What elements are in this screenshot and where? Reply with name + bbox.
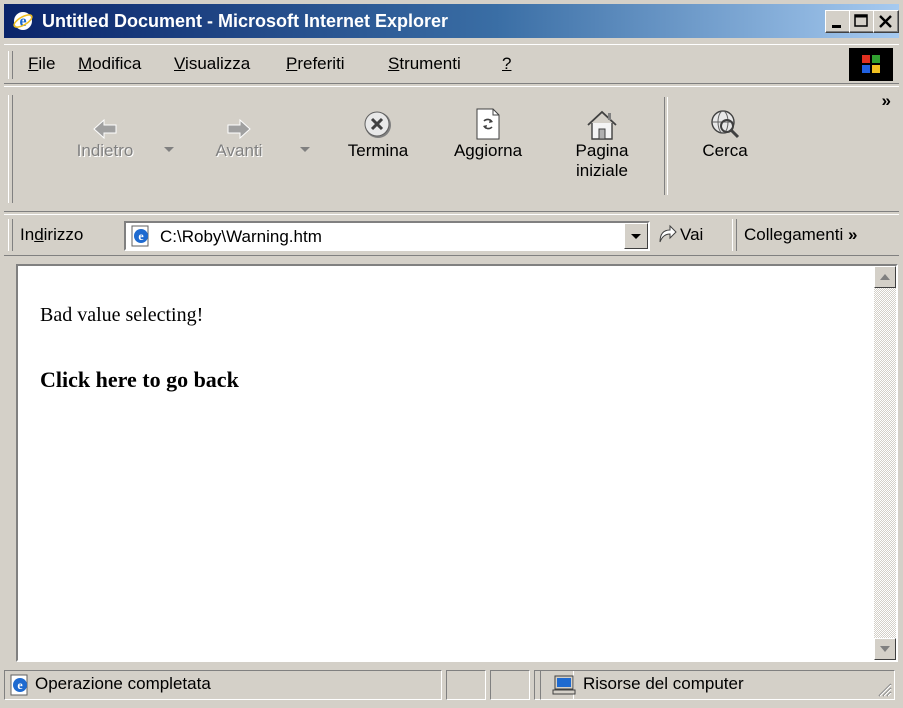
links-grip[interactable] bbox=[732, 219, 737, 251]
links-toolbar[interactable]: Collegamenti » bbox=[744, 225, 857, 245]
arrow-up-icon bbox=[880, 274, 890, 280]
resize-grip-icon[interactable] bbox=[874, 679, 892, 697]
go-arrow-icon bbox=[659, 224, 677, 243]
page-content: Bad value selecting! Click here to go ba… bbox=[16, 264, 898, 662]
toolbar-more-chevron[interactable]: » bbox=[882, 91, 891, 111]
close-button[interactable] bbox=[873, 10, 899, 33]
menu-grip[interactable] bbox=[8, 51, 13, 79]
ie-page-icon: e bbox=[10, 674, 28, 696]
address-dropdown-button[interactable] bbox=[624, 223, 648, 249]
home-button[interactable]: Pagina iniziale bbox=[556, 95, 648, 181]
address-grip[interactable] bbox=[8, 219, 13, 251]
scroll-up-button[interactable] bbox=[874, 266, 896, 288]
back-button[interactable]: Indietro bbox=[60, 95, 150, 161]
refresh-page-icon bbox=[476, 108, 500, 140]
menu-help[interactable]: ? bbox=[502, 54, 511, 74]
search-globe-icon bbox=[711, 110, 740, 139]
arrow-down-icon bbox=[880, 646, 890, 652]
menu-bar: File Modifica Visualizza Preferiti Strum… bbox=[4, 44, 899, 84]
search-button[interactable]: Cerca bbox=[682, 95, 768, 161]
minimize-button[interactable] bbox=[825, 10, 851, 33]
warning-message: Bad value selecting! bbox=[40, 304, 204, 326]
ie-page-icon: e bbox=[131, 225, 149, 247]
status-text: Operazione completata bbox=[35, 674, 211, 693]
windows-flag-icon bbox=[862, 55, 880, 73]
my-computer-icon bbox=[552, 675, 576, 695]
vertical-scrollbar[interactable] bbox=[874, 266, 896, 660]
address-label: Indirizzo bbox=[20, 225, 84, 244]
home-icon bbox=[587, 110, 617, 140]
browser-window: e Untitled Document - Microsoft Internet… bbox=[0, 0, 903, 708]
address-input[interactable]: e C:\Roby\Warning.htm bbox=[124, 221, 650, 251]
menu-visualizza[interactable]: Visualizza bbox=[174, 54, 250, 74]
status-panel-zone: Risorse del computer bbox=[540, 670, 895, 700]
stop-button[interactable]: Termina bbox=[330, 95, 426, 161]
svg-text:e: e bbox=[17, 678, 23, 692]
maximize-button[interactable] bbox=[849, 10, 875, 33]
menu-strumenti[interactable]: Strumenti bbox=[388, 54, 461, 74]
status-bar: e Operazione completata Risorse del comp… bbox=[4, 666, 899, 704]
refresh-button[interactable]: Aggiorna bbox=[438, 95, 538, 161]
toolbar-separator bbox=[664, 97, 668, 195]
go-label: Vai bbox=[680, 225, 704, 244]
forward-history-dropdown[interactable] bbox=[300, 147, 310, 152]
status-panel-main: e Operazione completata bbox=[4, 670, 442, 700]
menu-file[interactable]: File bbox=[28, 54, 55, 74]
chevron-down-icon bbox=[631, 234, 641, 239]
back-history-dropdown[interactable] bbox=[164, 147, 174, 152]
document-body: Bad value selecting! Click here to go ba… bbox=[40, 304, 239, 393]
scroll-down-button[interactable] bbox=[874, 638, 896, 660]
forward-arrow-icon bbox=[227, 118, 251, 140]
forward-button[interactable]: Avanti bbox=[194, 95, 284, 161]
status-panel-secure bbox=[490, 670, 530, 700]
window-title: Untitled Document - Microsoft Internet E… bbox=[42, 11, 449, 31]
menu-preferiti[interactable]: Preferiti bbox=[286, 54, 345, 74]
go-back-link[interactable]: Click here to go back bbox=[40, 367, 239, 393]
zone-text: Risorse del computer bbox=[583, 674, 744, 693]
address-bar: Indirizzo e C:\Roby\Warning.htm Vai Coll… bbox=[4, 214, 899, 256]
title-bar[interactable]: e Untitled Document - Microsoft Internet… bbox=[4, 4, 899, 38]
go-button[interactable]: Vai bbox=[652, 221, 726, 251]
toolbar-grip[interactable] bbox=[8, 95, 13, 203]
address-url: C:\Roby\Warning.htm bbox=[160, 227, 322, 246]
svg-text:e: e bbox=[138, 229, 144, 243]
windows-logo-throbber bbox=[849, 48, 893, 81]
stop-icon bbox=[364, 111, 391, 138]
status-panel-progress bbox=[446, 670, 486, 700]
standard-toolbar: Indietro Avanti Termina Aggiorna Pagina … bbox=[4, 86, 899, 212]
menu-modifica[interactable]: Modifica bbox=[78, 54, 141, 74]
back-arrow-icon bbox=[93, 118, 117, 140]
ie-logo-icon: e bbox=[13, 12, 33, 30]
